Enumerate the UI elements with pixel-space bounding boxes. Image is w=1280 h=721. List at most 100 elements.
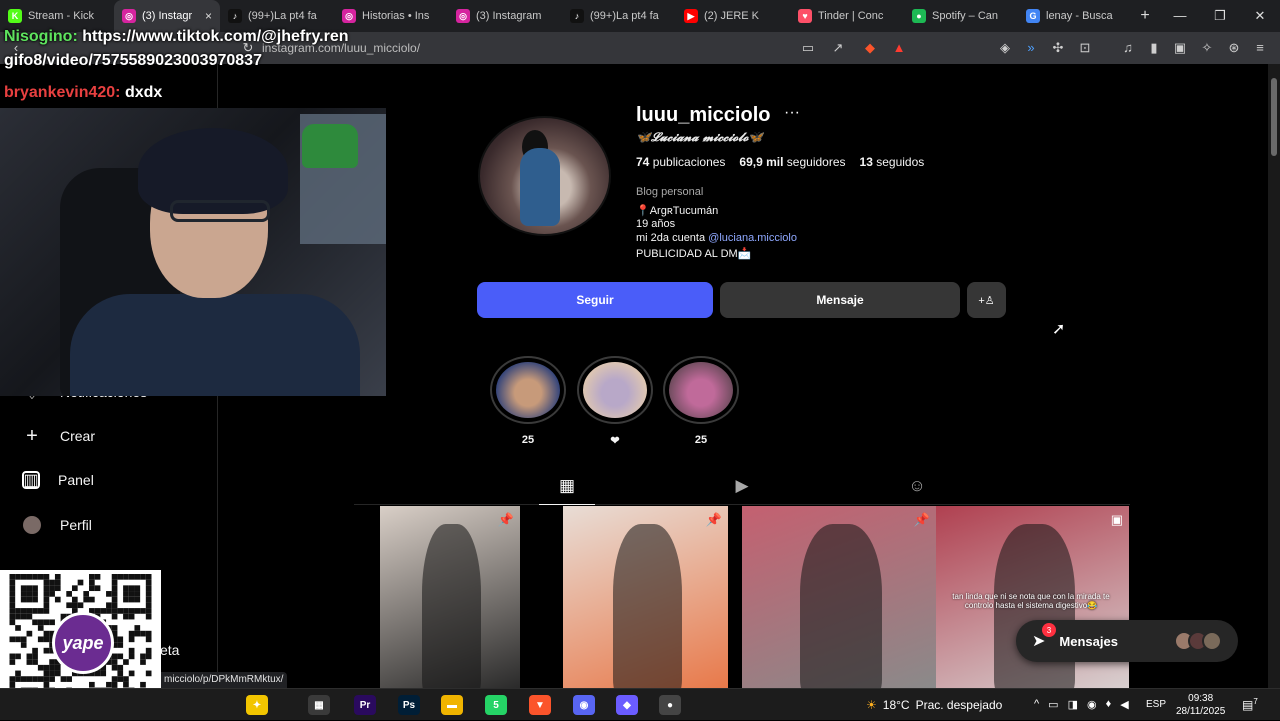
photoshop-icon[interactable]: Ps <box>398 695 420 715</box>
discord-icon[interactable]: ◉ <box>573 695 595 715</box>
premiere-icon[interactable]: Pr <box>354 695 376 715</box>
weather-widget[interactable]: ☀ 18°C Prac. despejado <box>866 698 1002 712</box>
weather-text: Prac. despejado <box>915 698 1003 712</box>
restore-icon[interactable]: ❐ <box>1200 8 1240 24</box>
mic-icon[interactable]: ♦ <box>1106 698 1112 711</box>
cast-icon[interactable]: ▭ <box>800 40 816 56</box>
follow-button[interactable]: Seguir <box>477 282 713 318</box>
music-icon[interactable]: ♫ <box>1120 40 1136 56</box>
message-button[interactable]: Mensaje <box>720 282 960 318</box>
volume-icon[interactable]: ◀ <box>1120 698 1128 711</box>
link-status-url: micciolo/p/DPkMmRMktux/ <box>160 672 288 688</box>
mouse-cursor-icon: ➚ <box>1052 321 1066 338</box>
clock-date: 28/11/2025 <box>1176 706 1226 717</box>
tab-title: Spotify – Can <box>932 10 999 22</box>
browser-tab[interactable]: ♪ (99+)La pt4 fa <box>562 0 676 32</box>
wallet-icon[interactable]: ▣ <box>1172 40 1188 56</box>
browser-tab[interactable]: ◎ (3) Instagram <box>448 0 562 32</box>
post-thumbnail[interactable]: 📌 <box>380 506 520 688</box>
highlight-cover <box>577 356 653 424</box>
bio-link-prefix: mi 2da cuenta <box>636 232 709 244</box>
tab-favicon-icon: G <box>1026 9 1040 23</box>
chat-text: https://www.tiktok.com/@jhefry.ren <box>77 28 349 45</box>
browser-tab[interactable]: ♥ Tinder | Conc <box>790 0 904 32</box>
send-icon: ➤ 3 <box>1032 623 1056 651</box>
brave-icon[interactable]: ▼ <box>529 695 551 715</box>
tab-tagged-icon[interactable]: ☺ <box>905 476 929 498</box>
task-view-icon[interactable]: ▦ <box>308 695 330 715</box>
more-options-icon[interactable]: ··· <box>784 104 800 122</box>
messages-pill[interactable]: ➤ 3 Mensajes <box>1016 620 1238 662</box>
posts-label: publicaciones <box>652 155 726 169</box>
explorer-icon[interactable]: ▬ <box>441 695 463 715</box>
chat-nick: Nisogino: <box>4 28 78 45</box>
menu-icon[interactable]: ≡ <box>1252 40 1268 56</box>
bio-mention-link[interactable]: @luciana.micciolo <box>708 232 797 244</box>
chat-message: bryankevin420: dxdx <box>4 84 162 102</box>
close-window-icon[interactable]: ✕ <box>1240 8 1280 24</box>
following-label: seguidos <box>876 155 925 169</box>
close-tab-icon[interactable]: × <box>205 9 212 23</box>
scrollbar-thumb[interactable] <box>1271 78 1277 156</box>
followers-stat[interactable]: 69,9 mil seguidores <box>739 155 845 169</box>
obs-icon[interactable]: ● <box>659 695 681 715</box>
clock[interactable]: 09:38 28/11/2025 <box>1176 692 1225 718</box>
translate-icon[interactable]: » <box>1023 40 1039 56</box>
tab-posts-grid-icon[interactable]: ▦ <box>555 476 579 498</box>
browser-tab[interactable]: ◎ Historias • Ins <box>334 0 448 32</box>
language-indicator[interactable]: ESP <box>1146 699 1166 710</box>
tab-title: Tinder | Conc <box>818 10 884 22</box>
followers-count: 69,9 mil <box>739 155 784 169</box>
share-icon[interactable]: ↗ <box>830 40 846 56</box>
story-highlight[interactable]: ❤ <box>577 356 653 447</box>
browser-tab[interactable]: Glenay - Busca <box>1018 0 1132 32</box>
message-avatars <box>1174 631 1222 651</box>
tab-favicon-icon: K <box>8 9 22 23</box>
highlight-cover <box>663 356 739 424</box>
puzzle-icon[interactable]: ✣ <box>1050 40 1066 56</box>
chevron-up-icon[interactable]: ^ <box>1034 698 1039 711</box>
vpn-icon[interactable]: ⊛ <box>1226 40 1242 56</box>
post-caption: tan linda que ni se nota que con la mira… <box>952 592 1110 610</box>
notification-center-icon[interactable]: ▤7 <box>1242 697 1258 712</box>
meet-icon[interactable]: ◨ <box>1068 698 1078 711</box>
following-count: 13 <box>859 155 873 169</box>
tab-reels-icon[interactable]: ▶ <box>730 476 754 498</box>
network-icon[interactable]: ▭ <box>1048 698 1058 711</box>
tab-title: (2) JERE K <box>704 10 760 22</box>
sidebar-item-create[interactable]: + Crear <box>22 425 96 447</box>
whatsapp-icon[interactable]: 5 <box>485 695 507 715</box>
window-controls: — ❐ ✕ <box>1160 8 1280 24</box>
extension-icon[interactable]: ◈ <box>997 40 1013 56</box>
screenshot-icon[interactable]: ⊡ <box>1077 40 1093 56</box>
bio-age: 19 años <box>636 218 676 230</box>
profile-avatar[interactable] <box>478 116 611 236</box>
new-tab-icon[interactable]: + <box>1132 7 1158 25</box>
browser-tab[interactable]: ▶ (2) JERE K <box>676 0 790 32</box>
post-thumbnail[interactable]: 📌 <box>563 506 728 688</box>
page-scrollbar[interactable] <box>1268 64 1280 688</box>
brave-rewards-icon[interactable]: ▲ <box>891 40 907 56</box>
sidebar-icon[interactable]: ▮ <box>1146 40 1162 56</box>
brave-shield-icon[interactable]: ◆ <box>862 40 878 56</box>
profile-full-name: 🦋𝓛𝓾𝓬𝓲𝓪𝓷𝓪 𝓶𝓲𝓬𝓬𝓲𝓸𝓵𝓸🦋 <box>636 130 764 144</box>
story-highlight[interactable]: 25 <box>490 356 566 446</box>
sidebar-item-label: Crear <box>60 428 96 444</box>
following-stat[interactable]: 13 seguidos <box>860 155 925 169</box>
post-thumbnail[interactable]: 📌 <box>742 506 936 688</box>
tab-title: Historias • Ins <box>362 10 430 22</box>
bio-ads: PUBLICIDAD AL DM📩 <box>636 248 752 260</box>
unread-badge: 3 <box>1042 623 1056 637</box>
sidebar-item-more[interactable]: eta <box>160 642 179 658</box>
sidebar-item-panel[interactable]: ▥ Panel <box>22 471 94 489</box>
browser-tab[interactable]: ● Spotify – Can <box>904 0 1018 32</box>
app-icon[interactable]: ◆ <box>616 695 638 715</box>
story-highlight[interactable]: 25 <box>663 356 739 446</box>
minimize-icon[interactable]: — <box>1160 8 1200 24</box>
leo-icon[interactable]: ✧ <box>1199 40 1215 56</box>
chat-text: gifo8/video/7575589023003970837 <box>4 52 262 69</box>
copilot-icon[interactable]: ✦ <box>246 695 268 715</box>
sidebar-item-profile[interactable]: Perfil <box>22 515 92 535</box>
camera-icon[interactable]: ◉ <box>1087 698 1097 711</box>
suggest-user-icon[interactable]: +♙ <box>967 282 1006 318</box>
